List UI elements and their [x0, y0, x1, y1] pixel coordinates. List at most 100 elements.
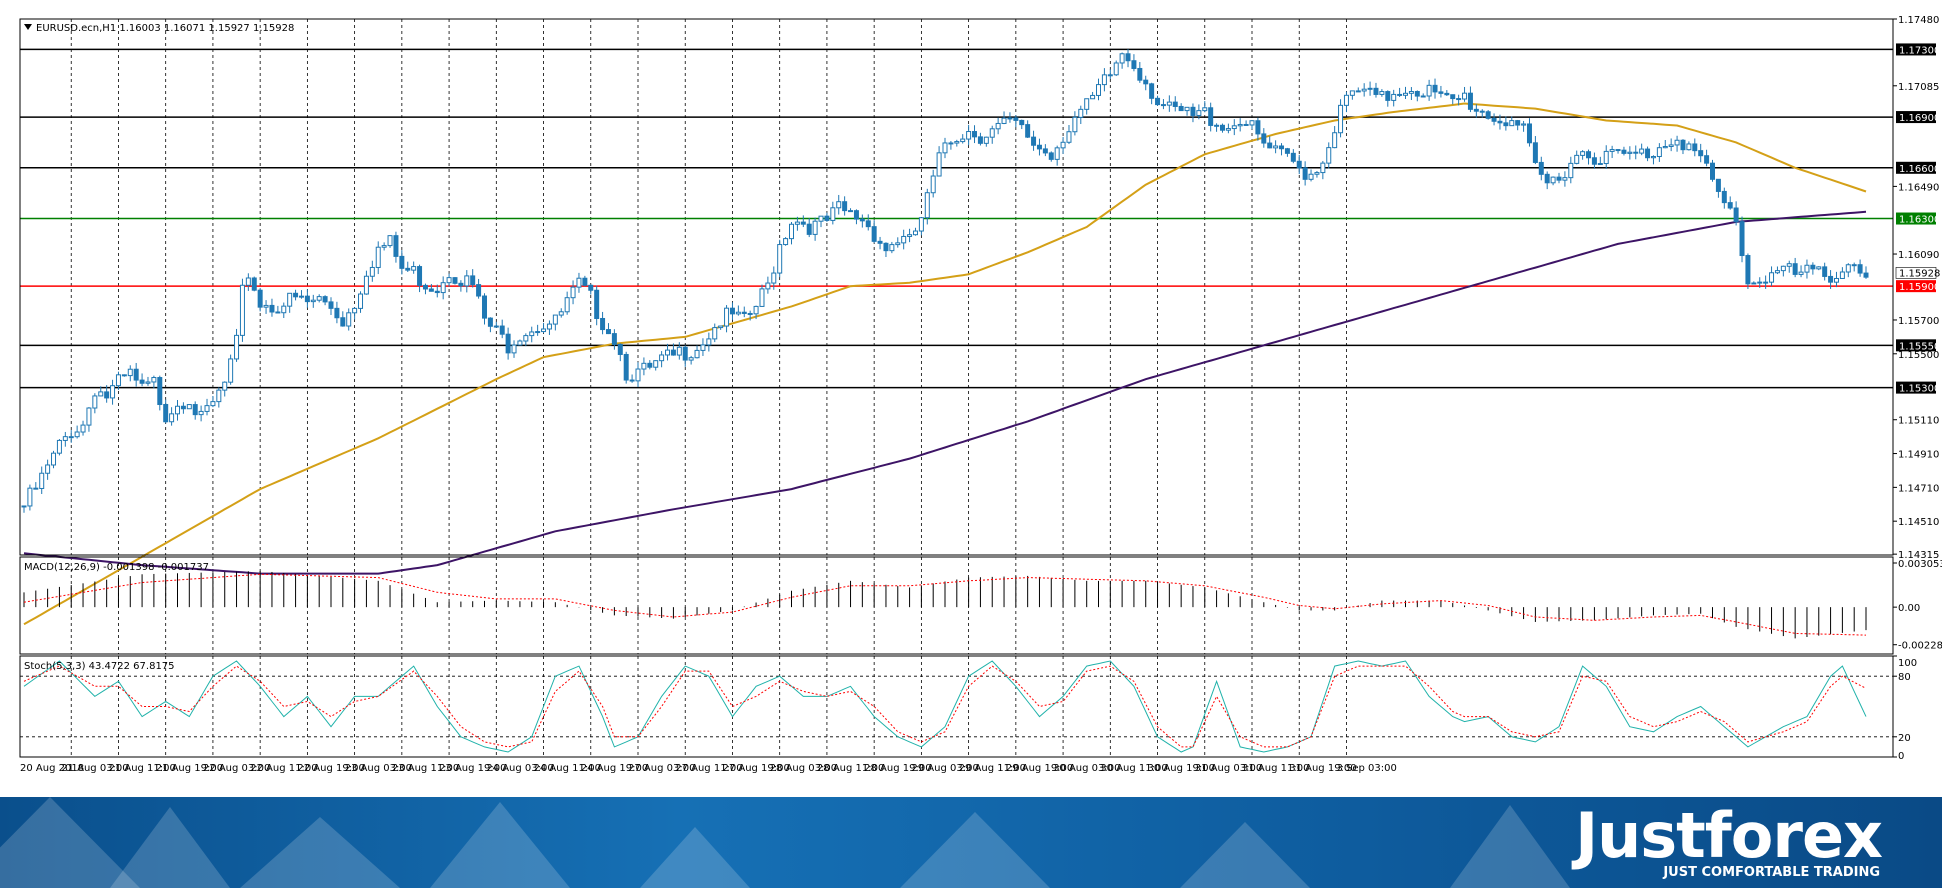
candle-body — [1149, 83, 1155, 99]
candle-body — [139, 379, 145, 384]
candle-body — [1314, 172, 1320, 175]
price-level-label: 1.15900 — [1899, 282, 1940, 293]
candle-body — [1308, 173, 1314, 180]
candle-body — [1143, 79, 1149, 85]
candle-body — [1621, 149, 1627, 154]
candle-body — [718, 325, 724, 329]
candle-body — [1656, 147, 1662, 158]
candle-body — [1060, 141, 1066, 149]
candle-body — [1798, 271, 1804, 275]
macd-label: MACD(12,26,9) -0.001398 -0.001737 — [24, 562, 209, 573]
candle-body — [1042, 148, 1048, 154]
banner-decoration — [1450, 805, 1570, 888]
candle-body — [529, 331, 535, 337]
candle-body — [186, 404, 192, 410]
candle-body — [1225, 128, 1231, 131]
candle-body — [1786, 263, 1792, 267]
candle-body — [1580, 151, 1586, 156]
candle-body — [56, 439, 62, 454]
candle-body — [287, 292, 293, 307]
candle-body — [62, 436, 68, 441]
candle-body — [600, 317, 606, 331]
candle-body — [1007, 117, 1013, 120]
candle-body — [1255, 120, 1261, 135]
trading-chart[interactable]: 0.0030530.00-0.002285 10080200 1.173001.… — [0, 0, 1942, 797]
price-level-label: 1.15300 — [1899, 384, 1940, 395]
stoch-tick-label: 100 — [1898, 658, 1917, 669]
candle-body — [1426, 84, 1432, 97]
candle-body — [1863, 272, 1869, 278]
candle-body — [1680, 139, 1686, 151]
candle-body — [1721, 190, 1727, 204]
candle-body — [818, 215, 824, 222]
candle-body — [1668, 144, 1674, 148]
candle-body — [889, 244, 895, 252]
candle-body — [546, 323, 552, 330]
candle-body — [1556, 176, 1562, 181]
candle-body — [1532, 142, 1538, 163]
candle-body — [1810, 264, 1816, 270]
candle-body — [346, 312, 352, 327]
candle-body — [836, 201, 842, 209]
candle-body — [1432, 84, 1438, 93]
candle-body — [895, 242, 901, 246]
candle-body — [1639, 148, 1645, 154]
candle-body — [464, 275, 470, 287]
candle-body — [115, 374, 121, 387]
candle-body — [1090, 94, 1096, 100]
price-tick-label: 1.17085 — [1898, 82, 1939, 93]
candle-body — [1343, 94, 1349, 106]
candle-body — [842, 201, 848, 212]
candle-body — [995, 122, 1001, 130]
candle-body — [901, 235, 907, 244]
candle-body — [523, 335, 529, 342]
candle-body — [777, 244, 783, 274]
banner-decoration — [110, 807, 230, 888]
candle-body — [1119, 53, 1125, 64]
candle-body — [1503, 122, 1509, 127]
candle-body — [989, 128, 995, 138]
candle-body — [1349, 90, 1355, 96]
brand-tagline: JUST COMFORTABLE TRADING — [1663, 865, 1880, 880]
banner-decoration — [640, 827, 750, 888]
candle-body — [936, 152, 942, 177]
candle-body — [269, 304, 275, 313]
candle-body — [310, 299, 316, 303]
banner-decoration — [900, 812, 1050, 888]
candle-body — [316, 296, 322, 301]
candle-body — [1462, 92, 1468, 100]
candle-body — [121, 374, 127, 377]
candle-body — [1715, 178, 1721, 192]
candle-body — [1184, 106, 1190, 112]
candle-body — [1816, 266, 1822, 270]
candle-body — [824, 215, 830, 221]
candle-body — [676, 346, 682, 356]
candle-body — [1237, 123, 1243, 127]
candle-body — [930, 175, 936, 194]
candle-body — [452, 277, 458, 284]
candle-body — [1385, 91, 1391, 101]
candle-body — [1267, 142, 1273, 149]
candle-body — [204, 405, 210, 412]
candle-body — [1485, 111, 1491, 119]
candle-body — [576, 277, 582, 288]
candle-body — [552, 314, 558, 325]
candle-body — [759, 288, 765, 307]
candle-body — [712, 327, 718, 340]
candle-body — [1692, 143, 1698, 152]
candle-body — [558, 311, 564, 316]
candle-body — [446, 277, 452, 284]
candle-body — [1208, 107, 1214, 126]
candle-body — [245, 277, 251, 286]
candle-body — [1473, 108, 1479, 112]
banner-decoration — [1180, 822, 1310, 888]
candle-body — [511, 344, 517, 354]
candle-body — [74, 431, 80, 438]
candle-body — [1261, 133, 1267, 144]
candle-body — [251, 277, 257, 291]
candle-body — [977, 136, 983, 144]
candle-body — [1444, 92, 1450, 96]
candle-body — [1733, 207, 1739, 223]
candle-body — [1172, 101, 1178, 107]
candle-body — [51, 452, 57, 466]
